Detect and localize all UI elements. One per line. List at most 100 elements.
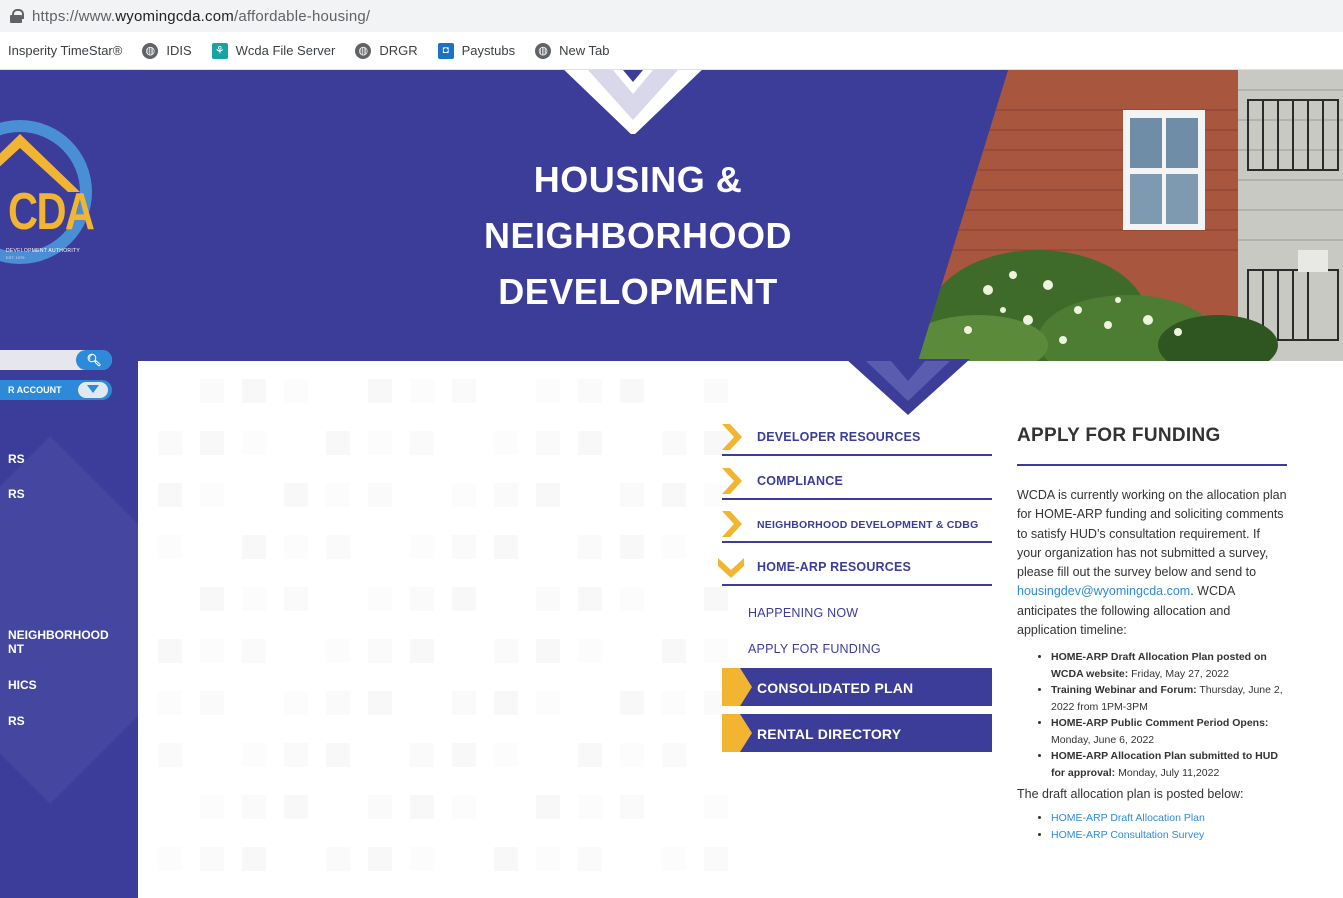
timeline-item: HOME-ARP Allocation Plan submitted to HU… <box>1051 748 1287 781</box>
timeline-label: HOME-ARP Public Comment Period Opens: <box>1051 717 1269 730</box>
background-tile <box>200 379 224 403</box>
background-tile <box>620 743 644 767</box>
button-accent <box>722 714 752 752</box>
bookmark-new-tab[interactable]: ◍ New Tab <box>535 42 610 59</box>
background-tile <box>536 431 560 455</box>
menu-item-neighborhood-development[interactable]: NEIGHBORHOOD DEVELOPMENT & CDBG <box>722 507 992 543</box>
bookmark-paystubs[interactable]: ◘ Paystubs <box>437 42 515 59</box>
background-tile <box>494 691 518 715</box>
background-tile <box>578 743 602 767</box>
background-tile <box>326 431 350 455</box>
bookmark-drgr[interactable]: ◍ DRGR <box>355 42 418 59</box>
background-tile <box>662 847 686 871</box>
bookmark-label: DRGR <box>379 43 418 58</box>
background-tile <box>452 535 476 559</box>
account-button[interactable]: R ACCOUNT <box>0 380 112 400</box>
bookmarks-bar: Insperity TimeStar® ◍ IDIS ⚘ Wcda File S… <box>0 32 1343 70</box>
bookmark-label: IDIS <box>166 43 192 58</box>
background-tile <box>410 743 434 767</box>
logo-established: EST. 1975 <box>6 255 25 260</box>
background-tile <box>158 743 182 767</box>
globe-icon: ◍ <box>355 42 372 59</box>
background-tile <box>158 535 182 559</box>
background-tile <box>242 847 266 871</box>
bookmark-wcda-file-server[interactable]: ⚘ Wcda File Server <box>211 42 335 59</box>
sidebar-nav-item-continued[interactable]: NT <box>8 642 24 656</box>
sub-link-apply-for-funding[interactable]: APPLY FOR FUNDING <box>748 642 881 656</box>
background-tile <box>662 743 686 767</box>
bookmark-label: Insperity TimeStar® <box>8 43 123 58</box>
document-link-item: HOME-ARP Draft Allocation Plan <box>1051 810 1287 827</box>
background-tile <box>368 431 392 455</box>
background-tile <box>494 847 518 871</box>
menu-item-developer-resources[interactable]: DEVELOPER RESOURCES <box>722 420 992 456</box>
menu-item-label: HOME-ARP RESOURCES <box>757 560 912 574</box>
hero-title-line: HOUSING & <box>533 159 743 200</box>
menu-item-compliance[interactable]: COMPLIANCE <box>722 464 992 500</box>
background-tile <box>284 587 308 611</box>
background-tile <box>662 535 686 559</box>
background-tile <box>452 587 476 611</box>
background-tile <box>578 847 602 871</box>
sidebar-nav-item[interactable]: NEIGHBORHOOD <box>8 628 109 642</box>
sub-link-happening-now[interactable]: HAPPENING NOW <box>748 606 858 620</box>
timeline-item: HOME-ARP Public Comment Period Opens: Mo… <box>1051 715 1287 748</box>
background-tile <box>578 379 602 403</box>
background-tile <box>242 743 266 767</box>
chevron-down-icon <box>564 70 702 134</box>
timeline-item: HOME-ARP Draft Allocation Plan posted on… <box>1051 649 1287 682</box>
background-tile <box>200 847 224 871</box>
menu-item-label: COMPLIANCE <box>757 474 844 488</box>
posted-note: The draft allocation plan is posted belo… <box>1017 787 1244 802</box>
button-label: CONSOLIDATED PLAN <box>757 680 914 696</box>
draft-allocation-plan-link[interactable]: HOME-ARP Draft Allocation Plan <box>1051 812 1205 824</box>
article-intro: WCDA is currently working on the allocat… <box>1017 486 1287 640</box>
chevron-right-icon <box>722 424 742 450</box>
sidebar-nav-item[interactable]: RS <box>8 714 25 728</box>
background-tile <box>158 483 182 507</box>
url-text[interactable]: https://www.wyomingcda.com/affordable-ho… <box>32 8 370 25</box>
background-tile <box>284 483 308 507</box>
background-tile <box>452 795 476 819</box>
background-tile <box>410 847 434 871</box>
chevron-down-icon <box>846 359 970 415</box>
apartment-building-photo <box>918 70 1343 361</box>
intro-text: WCDA is currently working on the allocat… <box>1017 488 1287 580</box>
logo-subtitle: DEVELOPMENT AUTHORITY <box>6 248 80 254</box>
background-tile <box>410 587 434 611</box>
bookmark-insperity[interactable]: Insperity TimeStar® <box>8 43 122 58</box>
background-tile <box>578 535 602 559</box>
sidebar: CDA DEVELOPMENT AUTHORITY EST. 1975 🔍︎ R… <box>0 70 138 898</box>
background-tile <box>494 535 518 559</box>
bookmark-label: New Tab <box>559 43 610 58</box>
background-tile <box>326 535 350 559</box>
logo-text: CDA <box>8 183 95 241</box>
background-tile <box>284 795 308 819</box>
background-tile <box>410 639 434 663</box>
menu-item-home-arp-resources[interactable]: HOME-ARP RESOURCES <box>718 550 992 586</box>
email-link[interactable]: housingdev@wyomingcda.com <box>1017 584 1190 598</box>
timeline-label: Training Webinar and Forum: <box>1051 684 1197 697</box>
address-bar[interactable]: https://www.wyomingcda.com/affordable-ho… <box>0 0 1343 32</box>
timeline-list: HOME-ARP Draft Allocation Plan posted on… <box>1017 649 1287 781</box>
sidebar-nav-item[interactable]: RS <box>8 487 25 501</box>
background-tile <box>158 847 182 871</box>
rental-directory-button[interactable]: RENTAL DIRECTORY <box>722 714 992 752</box>
background-tile <box>662 431 686 455</box>
background-tile <box>368 691 392 715</box>
background-tile <box>368 847 392 871</box>
background-tile <box>494 431 518 455</box>
consolidated-plan-button[interactable]: CONSOLIDATED PLAN <box>722 668 992 706</box>
lock-icon <box>10 9 24 23</box>
background-tile <box>578 587 602 611</box>
background-tile <box>368 587 392 611</box>
bookmark-idis[interactable]: ◍ IDIS <box>142 42 192 59</box>
sidebar-nav-item[interactable]: RS <box>8 452 25 466</box>
consultation-survey-link[interactable]: HOME-ARP Consultation Survey <box>1051 829 1204 841</box>
hero-title-line: NEIGHBORHOOD <box>483 215 792 256</box>
background-tile <box>452 379 476 403</box>
sidebar-nav-item[interactable]: HICS <box>8 678 37 692</box>
search-button[interactable]: 🔍︎ <box>76 350 112 370</box>
menu-item-label: NEIGHBORHOOD DEVELOPMENT & CDBG <box>757 519 979 531</box>
background-tile <box>326 743 350 767</box>
